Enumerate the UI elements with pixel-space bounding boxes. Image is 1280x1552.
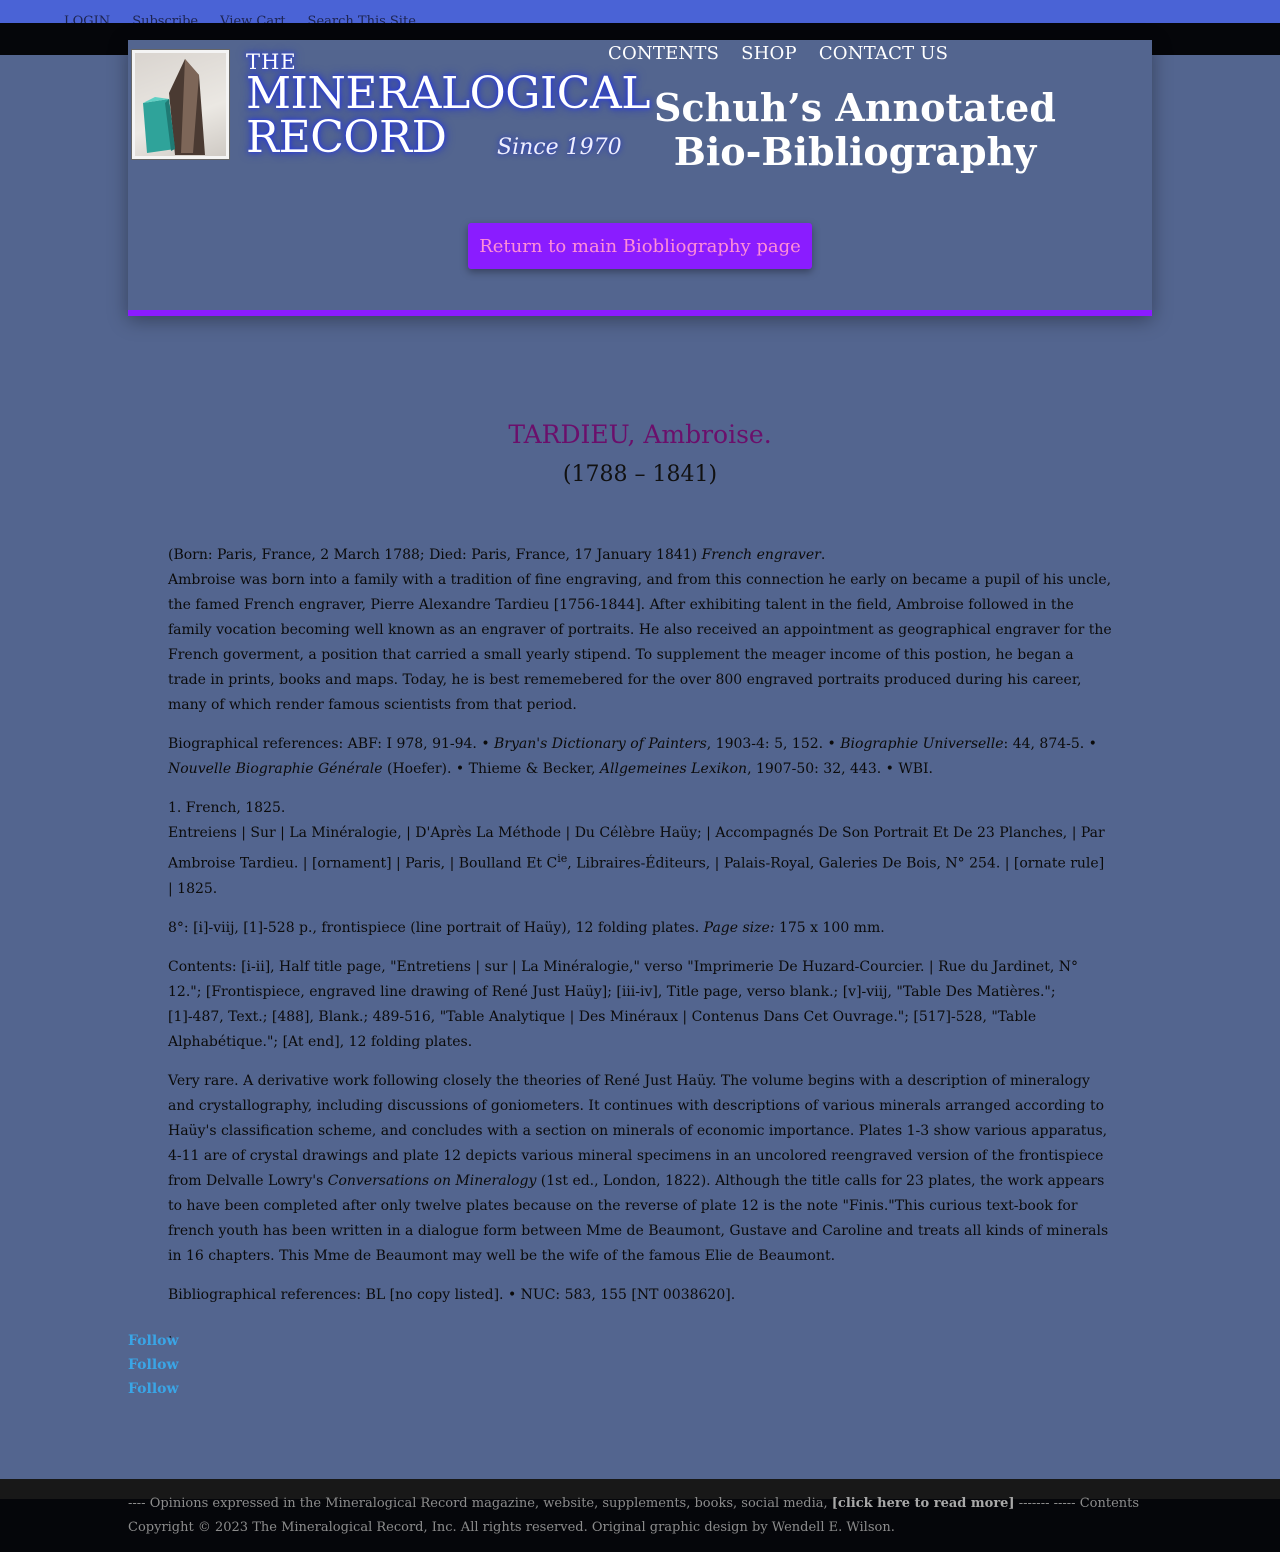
notes-paragraph: Very rare. A derivative work following c… [168,1069,1112,1269]
occupation: French engraver [701,547,821,563]
follow-link-3[interactable]: Follow [128,1381,179,1397]
edition-title-sup: ie [557,852,568,865]
page-title: Schuh’s Annotated Bio-Bibliography [654,85,1056,174]
biography-paragraph: (Born: Paris, France, 2 March 1788; Died… [168,547,1112,713]
ref-sep-4: , 1907-50: 32, 443. • WBI. [747,761,934,777]
edition-heading: 1. French, 1825. [168,800,286,816]
logo-since: Since 1970 [497,135,622,160]
entry-content: (Born: Paris, France, 2 March 1788; Died… [168,543,1112,1361]
logo-mineralogical: MINERALOGICAL [246,68,650,119]
collation-text: 8°: [i]-viij, [1]-528 p., frontispiece (… [168,919,704,936]
edition-block: 1. French, 1825. Entreiens | Sur | La Min… [168,796,1112,902]
footer-contents-link[interactable]: ------- ----- Contents [1015,1496,1139,1511]
ref-sep-1: , 1903-4: 5, 152. • [706,736,841,752]
bibliographical-references: Bibliographical references: BL [no copy … [168,1286,736,1303]
ref-title-nouvelle: Nouvelle Biographie Générale [168,761,383,777]
return-to-bibliography-button[interactable]: Return to main Biobliography page [468,223,812,269]
ref-sep-3: (Hoefer). • Thieme & Becker, [382,761,600,777]
logo-mineral-image[interactable] [131,49,230,160]
entry-dates: (1788 – 1841) [562,462,718,487]
main-nav: CONTENTS SHOP CONTACT US [608,43,948,64]
read-more-link[interactable]: [click here to read more] [832,1496,1015,1511]
footer-opinions: ---- Opinions expressed in the Mineralog… [128,1496,1139,1511]
ref-title-biographie: Biographie Universelle [840,736,1004,752]
born-line: (Born: Paris, France, 2 March 1788; Died… [168,547,698,563]
notes-a: Very rare. A derivative work following c… [168,1072,1108,1189]
trailing-dot: . [168,1325,173,1342]
follow-link-1[interactable]: Follow [128,1333,179,1349]
nav-contents[interactable]: CONTENTS [608,43,719,64]
notes-title: Conversations on Mineralogy [327,1172,537,1189]
collation: 8°: [i]-viij, [1]-528 p., frontispiece (… [168,916,1112,941]
contents-paragraph: Contents: [i-ii], Half title page, "Entr… [168,958,1078,1050]
page-size-label: Page size: [703,919,775,936]
nav-shop[interactable]: SHOP [741,43,797,64]
ref-title-bryan: Bryan's Dictionary of Painters [494,736,707,752]
follow-link-2[interactable]: Follow [128,1357,179,1373]
mineral-specimen-icon [143,59,205,155]
nav-contact-us[interactable]: CONTACT US [819,43,948,64]
footer-opinions-text: ---- Opinions expressed in the Mineralog… [128,1496,832,1511]
bio-text: Ambroise was born into a family with a t… [168,572,1112,713]
ref-title-allgemeines: Allgemeines Lexikon [599,761,748,777]
ref-sep-2: : 44, 874-5. • [1003,736,1097,752]
biographical-references: Biographical references: ABF: I 978, 91-… [168,732,1112,782]
bio-refs-prefix: Biographical references: ABF: I 978, 91-… [168,736,495,752]
footer-copyright: Copyright © 2023 The Mineralogical Recor… [128,1520,895,1535]
page-size-value: 175 x 100 mm. [774,919,885,936]
entry-name: TARDIEU, Ambroise. [508,420,772,449]
